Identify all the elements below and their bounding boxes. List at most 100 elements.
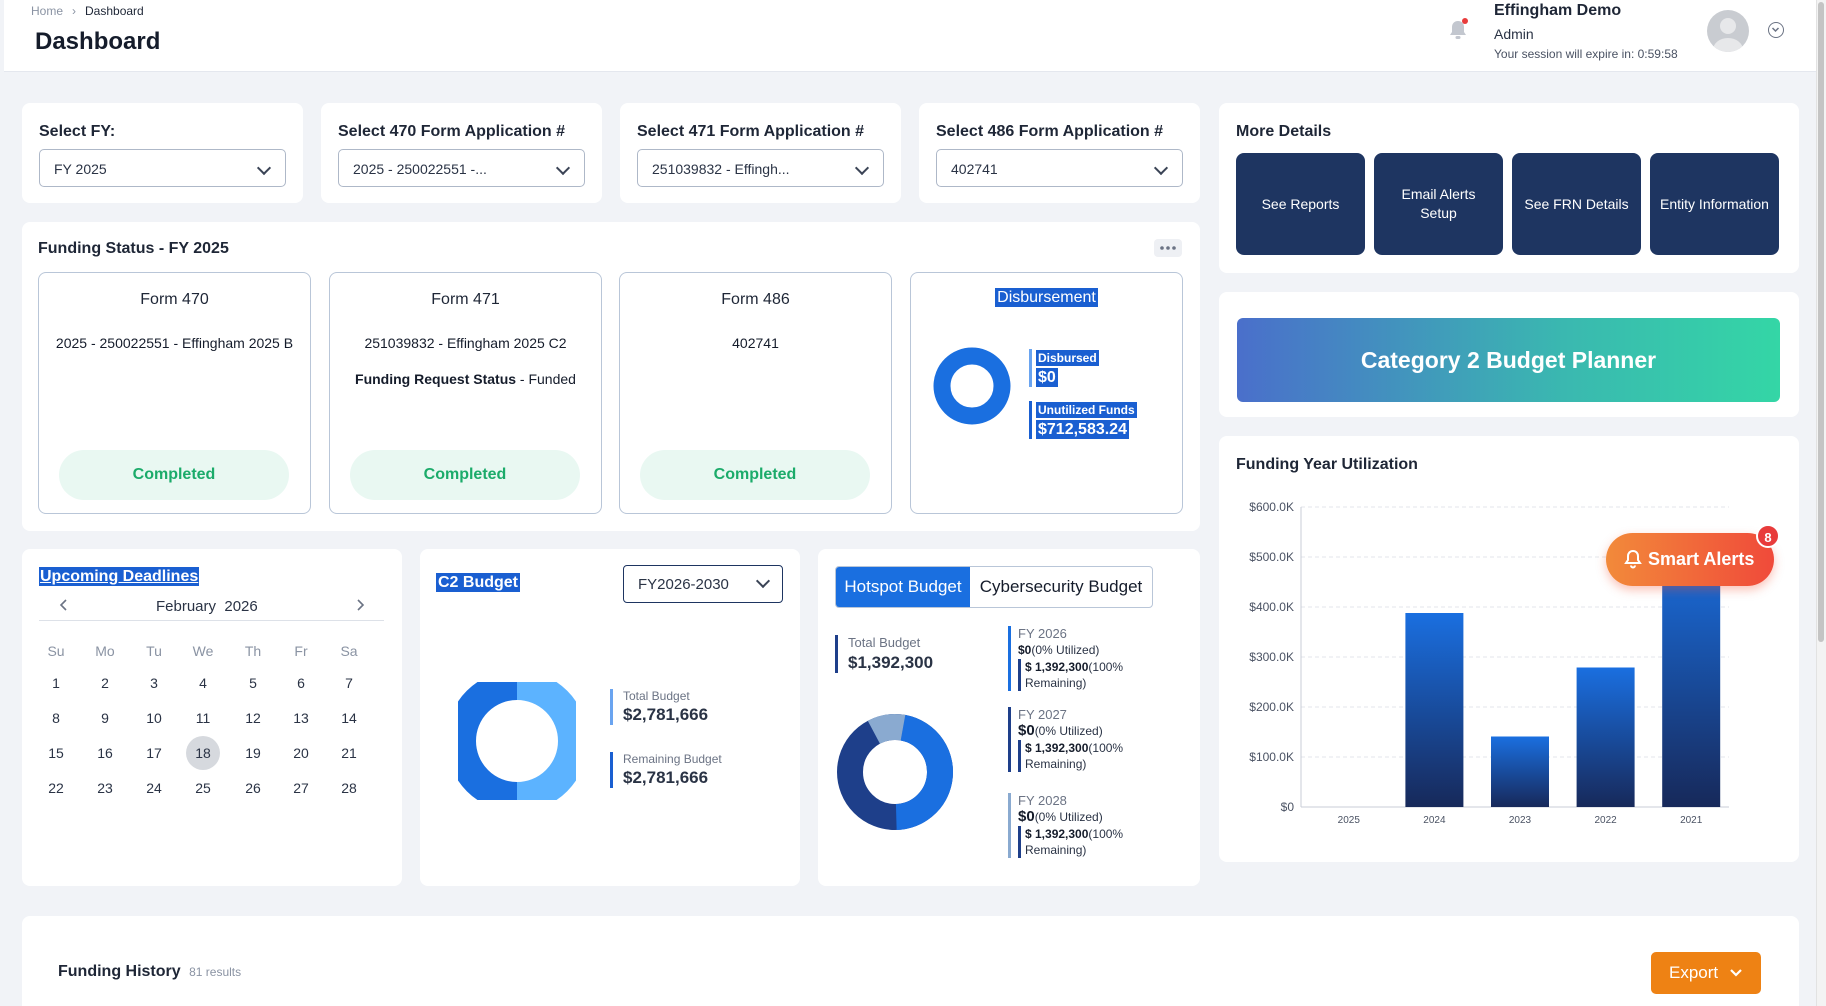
breadcrumb-home[interactable]: Home [31, 4, 63, 18]
calendar-day[interactable]: 14 [332, 701, 366, 735]
calendar-day[interactable]: 3 [137, 666, 171, 700]
calendar-day[interactable]: 13 [284, 701, 318, 735]
form471-status: Form 471 251039832 - Effingham 2025 C2 F… [329, 272, 602, 514]
hotspot-donut [837, 714, 953, 830]
calendar-day[interactable]: 24 [137, 771, 171, 805]
bar-2022[interactable] [1576, 667, 1635, 808]
form470-select-label: Select 470 Form Application # [338, 123, 566, 140]
hotspot-year-block: FY 2026 $0(0% Utilized) $ 1,392,300(100% Re… [1008, 626, 1123, 691]
c2-remaining-label: Remaining Budget [623, 752, 722, 766]
hotspot-remaining-pct: (100% [1088, 827, 1124, 841]
y-tick-label: $500.0K [1249, 550, 1294, 564]
hotspot-year-value: $0 [1018, 722, 1035, 739]
c2-budget-select[interactable]: FY2026-2030 [623, 565, 783, 603]
bar-2024[interactable] [1405, 613, 1464, 807]
form486-select-card: Select 486 Form Application # 402741 [919, 103, 1200, 203]
entity-information-button[interactable]: Entity Information [1650, 153, 1779, 255]
calendar-day[interactable]: 27 [284, 771, 318, 805]
calendar-day[interactable]: 25 [186, 771, 220, 805]
hotspot-remaining-pct: (100% [1088, 660, 1124, 674]
chevron-down-icon[interactable] [1768, 22, 1784, 38]
chevron-right-icon[interactable] [352, 597, 368, 613]
export-button[interactable]: Export [1651, 952, 1761, 994]
calendar-day[interactable]: 16 [88, 736, 122, 770]
y-tick-label: $300.0K [1249, 650, 1294, 664]
fy-select-label: Select FY: [39, 123, 116, 140]
calendar-day[interactable]: 28 [332, 771, 366, 805]
tab-cybersecurity-budget[interactable]: Cybersecurity Budget [970, 567, 1152, 607]
c2-total-label: Total Budget [623, 689, 690, 703]
chevron-down-icon [1730, 969, 1742, 977]
c2-total-block: Total Budget $2,781,666 [610, 689, 708, 725]
hotspot-year-label: FY 2027 [1018, 707, 1067, 722]
hotspot-year-remaining: $ 1,392,300(100% Remaining) [1018, 740, 1123, 772]
disbursement-heading: Disbursement [995, 288, 1098, 307]
chevron-left-icon[interactable] [56, 597, 72, 613]
form486-status: Form 486 402741 Completed [619, 272, 892, 514]
x-tick-label: 2022 [1594, 815, 1617, 826]
calendar-day[interactable]: 4 [186, 666, 220, 700]
fy-select-card: Select FY: FY 2025 [22, 103, 303, 203]
utilization-title: Funding Year Utilization [1236, 456, 1418, 473]
calendar-day[interactable]: 10 [137, 701, 171, 735]
form471-heading: Form 471 [431, 291, 500, 308]
scrollbar-thumb[interactable] [1818, 2, 1824, 642]
calendar-month: February 2026 [156, 598, 258, 615]
calendar-day[interactable]: 8 [39, 701, 73, 735]
calendar-weekday: Su [47, 643, 65, 659]
calendar-day[interactable]: 6 [284, 666, 318, 700]
calendar-day[interactable]: 22 [39, 771, 73, 805]
calendar-year: 2026 [224, 598, 258, 615]
c2-budget-planner-button[interactable]: Category 2 Budget Planner [1237, 318, 1780, 402]
tab-hotspot-budget[interactable]: Hotspot Budget [836, 567, 970, 607]
calendar-day[interactable]: 15 [39, 736, 73, 770]
form486-select[interactable]: 402741 [936, 149, 1183, 187]
email-alerts-setup-button[interactable]: Email Alerts Setup [1374, 153, 1503, 255]
disbursement-heading-wrap: Disbursement [911, 288, 1182, 307]
see-frn-details-button[interactable]: See FRN Details [1512, 153, 1641, 255]
calendar-day[interactable]: 12 [236, 701, 270, 735]
bar-2021[interactable] [1662, 547, 1721, 807]
form471-text: 251039832 - Effingham 2025 C2 [364, 335, 567, 351]
c2-budget-title-wrap: C2 Budget [436, 573, 520, 592]
calendar-weekday: Sa [340, 643, 358, 659]
calendar-day-today[interactable]: 18 [186, 736, 220, 770]
bell-icon[interactable] [1446, 18, 1470, 44]
smart-alerts-count-badge: 8 [1756, 524, 1780, 548]
calendar-day[interactable]: 20 [284, 736, 318, 770]
x-tick-label: 2023 [1509, 815, 1532, 826]
see-reports-button[interactable]: See Reports [1236, 153, 1365, 255]
form486-status-badge: Completed [640, 450, 870, 500]
frs-value: - Funded [516, 371, 576, 387]
calendar-day[interactable]: 1 [39, 666, 73, 700]
c2-budget-select-value: FY2026-2030 [638, 576, 729, 593]
calendar-day[interactable]: 2 [88, 666, 122, 700]
user-role: Admin [1494, 26, 1534, 42]
more-options-icon[interactable] [1154, 239, 1182, 257]
form471-select[interactable]: 251039832 - Effingh... [637, 149, 884, 187]
calendar-day[interactable]: 21 [332, 736, 366, 770]
calendar-day[interactable]: 23 [88, 771, 122, 805]
c2-budget-card: C2 Budget FY2026-2030 Total Budget $2,78… [420, 549, 800, 886]
unutilized-label: Unutilized Funds [1036, 402, 1137, 418]
calendar-day[interactable]: 19 [236, 736, 270, 770]
deadlines-card: Upcoming Deadlines February 2026 Su Mo Tu W… [22, 549, 402, 886]
calendar-day[interactable]: 17 [137, 736, 171, 770]
avatar[interactable] [1707, 10, 1749, 52]
hotspot-year-label: FY 2026 [1018, 626, 1067, 641]
smart-alerts-button[interactable]: Smart Alerts [1606, 533, 1774, 586]
fy-select[interactable]: FY 2025 [39, 149, 286, 187]
bar-2023[interactable] [1491, 736, 1549, 808]
calendar-day[interactable]: 9 [88, 701, 122, 735]
chevron-down-icon [1153, 160, 1169, 176]
calendar-day[interactable]: 11 [186, 701, 220, 735]
form486-select-value: 402741 [951, 161, 998, 177]
calendar-month-name: February [156, 598, 217, 615]
calendar-day[interactable]: 5 [236, 666, 270, 700]
calendar-day[interactable]: 26 [236, 771, 270, 805]
fy-select-value: FY 2025 [54, 161, 107, 177]
hotspot-total-block: Total Budget $1,392,300 [835, 635, 933, 673]
hotspot-remaining-value: $ 1,392,300 [1025, 827, 1089, 841]
calendar-day[interactable]: 7 [332, 666, 366, 700]
form470-select[interactable]: 2025 - 250022551 -... [338, 149, 585, 187]
